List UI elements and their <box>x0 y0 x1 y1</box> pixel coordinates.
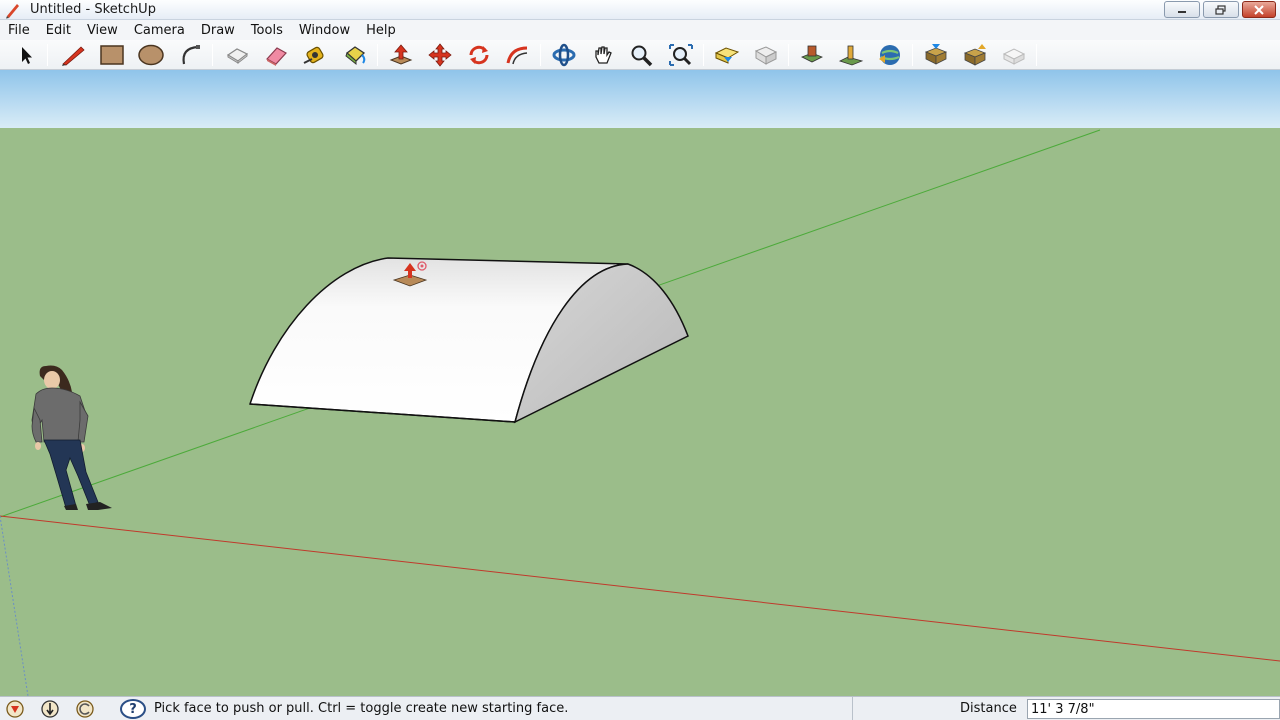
eraser-tool-button[interactable] <box>261 42 291 68</box>
measurements-label: Distance <box>960 701 1017 716</box>
menu-draw[interactable]: Draw <box>193 23 243 38</box>
menu-window[interactable]: Window <box>291 23 358 38</box>
get-models-3d-icon <box>924 44 948 65</box>
circle-tool-button[interactable] <box>136 42 166 68</box>
get-current-view-button[interactable] <box>797 42 827 68</box>
menu-view[interactable]: View <box>79 23 126 38</box>
select-icon <box>22 47 32 64</box>
menu-file[interactable]: File <box>0 23 38 38</box>
make-component-icon <box>226 48 249 65</box>
pan-icon <box>595 46 612 64</box>
pan-tool-button[interactable] <box>588 42 618 68</box>
drawing-area[interactable] <box>0 70 1280 696</box>
user-account-button[interactable] <box>74 700 96 718</box>
main-toolbar <box>0 40 1280 70</box>
paint-bucket-tool-button[interactable] <box>340 42 370 68</box>
sky <box>0 70 1280 128</box>
share-model-button[interactable] <box>751 42 781 68</box>
close-icon <box>1254 4 1264 15</box>
push-pull-icon <box>389 44 413 65</box>
move-icon <box>428 43 452 67</box>
orbit-icon <box>552 43 576 67</box>
minimize-button[interactable] <box>1164 1 1200 18</box>
tape-measure-icon <box>303 46 324 64</box>
zoom-tool-button[interactable] <box>627 42 657 68</box>
orbit-tool-button[interactable] <box>549 42 579 68</box>
paint-bucket-icon <box>345 46 366 66</box>
make-component-button[interactable] <box>222 42 252 68</box>
rotate-icon <box>469 45 489 65</box>
menu-bar: File Edit View Camera Draw Tools Window … <box>0 20 1280 40</box>
push-pull-tool-button[interactable] <box>386 42 416 68</box>
extension-icon <box>1002 48 1026 65</box>
arc-tool-button[interactable] <box>176 42 206 68</box>
get-models-icon <box>714 47 740 64</box>
line-icon <box>62 46 85 66</box>
move-tool-button[interactable] <box>425 42 455 68</box>
eraser-icon <box>266 47 287 66</box>
get-models-3d-button[interactable] <box>921 42 951 68</box>
zoom-extents-icon <box>669 44 693 66</box>
geo-location-button[interactable] <box>4 700 26 718</box>
status-divider <box>852 697 853 720</box>
sketchup-logo-icon <box>6 3 19 18</box>
credits-icon <box>41 700 59 718</box>
share-model-icon <box>754 46 778 65</box>
help-icon[interactable]: ? <box>120 699 146 719</box>
status-bar: ? Pick face to push or pull. Ctrl = togg… <box>0 696 1280 720</box>
zoom-extents-tool-button[interactable] <box>666 42 696 68</box>
menu-tools[interactable]: Tools <box>243 23 291 38</box>
restore-icon <box>1215 4 1226 15</box>
measurements-input[interactable] <box>1027 699 1280 719</box>
rectangle-tool-button[interactable] <box>97 42 127 68</box>
share-component-icon <box>963 44 987 66</box>
line-tool-button[interactable] <box>58 42 88 68</box>
circle-icon <box>138 44 164 66</box>
credits-button[interactable] <box>39 700 61 718</box>
window-title: Untitled - SketchUp <box>30 2 156 17</box>
toggle-terrain-button[interactable] <box>836 42 866 68</box>
extension-button[interactable] <box>999 42 1029 68</box>
arc-icon <box>182 45 200 65</box>
menu-help[interactable]: Help <box>358 23 404 38</box>
scene-canvas[interactable] <box>0 70 1280 696</box>
offset-icon <box>506 46 528 65</box>
close-button[interactable] <box>1242 1 1276 18</box>
get-current-view-icon <box>801 45 823 63</box>
menu-edit[interactable]: Edit <box>38 23 79 38</box>
restore-button[interactable] <box>1203 1 1239 18</box>
geo-location-icon <box>6 700 24 718</box>
user-account-icon <box>76 700 94 718</box>
menu-camera[interactable]: Camera <box>126 23 193 38</box>
rectangle-icon <box>100 45 124 65</box>
add-location-button[interactable] <box>875 42 905 68</box>
title-bar: Untitled - SketchUp <box>0 0 1280 20</box>
toggle-terrain-icon <box>838 45 864 66</box>
ground-plane <box>0 128 1280 696</box>
share-component-button[interactable] <box>960 42 990 68</box>
minimize-icon <box>1178 10 1186 13</box>
tape-measure-tool-button[interactable] <box>300 42 330 68</box>
get-models-button[interactable] <box>712 42 742 68</box>
status-message: Pick face to push or pull. Ctrl = toggle… <box>154 701 569 716</box>
select-tool-button[interactable] <box>11 42 41 68</box>
rotate-tool-button[interactable] <box>464 42 494 68</box>
offset-tool-button[interactable] <box>503 42 533 68</box>
zoom-icon <box>631 45 653 67</box>
add-location-icon <box>879 45 900 65</box>
